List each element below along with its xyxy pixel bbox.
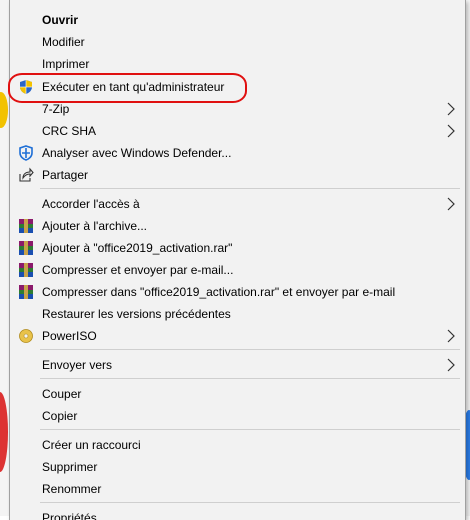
share-icon bbox=[19, 167, 34, 182]
menu-item-modifier[interactable]: Modifier bbox=[10, 31, 465, 53]
chevron-right-icon bbox=[447, 124, 455, 138]
menu-item-run-as-admin[interactable]: Exécuter en tant qu'administrateur bbox=[10, 76, 465, 98]
menu-item-label: Imprimer bbox=[42, 57, 90, 71]
menu-item-poweriso[interactable]: PowerISO bbox=[10, 325, 465, 347]
menu-item-label: Partager bbox=[42, 168, 89, 182]
menu-separator bbox=[40, 349, 460, 350]
menu-item-label: Créer un raccourci bbox=[42, 438, 141, 452]
menu-item-ouvrir[interactable]: Ouvrir bbox=[10, 9, 465, 31]
menu-item-label: Restaurer les versions précédentes bbox=[42, 307, 231, 321]
menu-item-couper[interactable]: Couper bbox=[10, 383, 465, 405]
menu-item-label: Compresser dans "office2019_activation.r… bbox=[42, 285, 396, 299]
poweriso-disc-icon bbox=[19, 329, 33, 343]
menu-item-partager[interactable]: Partager bbox=[10, 164, 465, 186]
menu-separator bbox=[40, 429, 460, 430]
menu-item-label: Exécuter en tant qu'administrateur bbox=[42, 80, 225, 94]
uac-shield-icon bbox=[20, 80, 32, 94]
winrar-icon bbox=[19, 219, 33, 233]
menu-item-label: Couper bbox=[42, 387, 82, 401]
winrar-icon bbox=[19, 263, 33, 277]
chevron-right-icon bbox=[447, 358, 455, 372]
menu-item-copier[interactable]: Copier bbox=[10, 405, 465, 427]
menu-item-imprimer[interactable]: Imprimer bbox=[10, 53, 465, 75]
menu-item-label: Ajouter à l'archive... bbox=[42, 219, 148, 233]
menu-item-label: Ouvrir bbox=[42, 13, 79, 27]
context-menu: Ouvrir Modifier Imprimer Exécuter en tan… bbox=[9, 0, 466, 520]
menu-item-proprietes[interactable]: Propriétés bbox=[10, 507, 465, 520]
menu-item-label: CRC SHA bbox=[42, 124, 97, 138]
winrar-icon bbox=[19, 285, 33, 299]
menu-separator bbox=[40, 378, 460, 379]
menu-item-ajouter-archive[interactable]: Ajouter à l'archive... bbox=[10, 215, 465, 237]
menu-item-label: Compresser et envoyer par e-mail... bbox=[42, 263, 234, 277]
menu-item-restaurer-versions[interactable]: Restaurer les versions précédentes bbox=[10, 303, 465, 325]
menu-item-envoyer-vers[interactable]: Envoyer vers bbox=[10, 354, 465, 376]
chevron-right-icon bbox=[447, 329, 455, 343]
chevron-right-icon bbox=[447, 197, 455, 211]
menu-item-label: Modifier bbox=[42, 35, 85, 49]
menu-item-label: Copier bbox=[42, 409, 78, 423]
menu-item-compresser-email[interactable]: Compresser et envoyer par e-mail... bbox=[10, 259, 465, 281]
menu-item-7zip[interactable]: 7-Zip bbox=[10, 98, 465, 120]
menu-item-label: Analyser avec Windows Defender... bbox=[42, 146, 232, 160]
menu-item-label: PowerISO bbox=[42, 329, 97, 343]
menu-separator bbox=[40, 502, 460, 503]
chevron-right-icon bbox=[447, 102, 455, 116]
menu-item-crc-sha[interactable]: CRC SHA bbox=[10, 120, 465, 142]
windows-defender-icon bbox=[19, 145, 33, 161]
menu-item-supprimer[interactable]: Supprimer bbox=[10, 456, 465, 478]
menu-item-renommer[interactable]: Renommer bbox=[10, 478, 465, 500]
menu-item-label: Renommer bbox=[42, 482, 102, 496]
menu-item-windows-defender[interactable]: Analyser avec Windows Defender... bbox=[10, 142, 465, 164]
menu-item-label: Envoyer vers bbox=[42, 358, 113, 372]
menu-item-accorder-acces[interactable]: Accorder l'accès à bbox=[10, 193, 465, 215]
winrar-icon bbox=[19, 241, 33, 255]
menu-separator bbox=[40, 188, 460, 189]
menu-item-label: Supprimer bbox=[42, 460, 98, 474]
menu-item-creer-raccourci[interactable]: Créer un raccourci bbox=[10, 434, 465, 456]
menu-item-label: Accorder l'accès à bbox=[42, 197, 140, 211]
menu-item-label: 7-Zip bbox=[42, 102, 70, 116]
menu-item-compresser-rar-email[interactable]: Compresser dans "office2019_activation.r… bbox=[10, 281, 465, 303]
menu-item-label: Ajouter à "office2019_activation.rar" bbox=[42, 241, 233, 255]
menu-item-ajouter-rar[interactable]: Ajouter à "office2019_activation.rar" bbox=[10, 237, 465, 259]
